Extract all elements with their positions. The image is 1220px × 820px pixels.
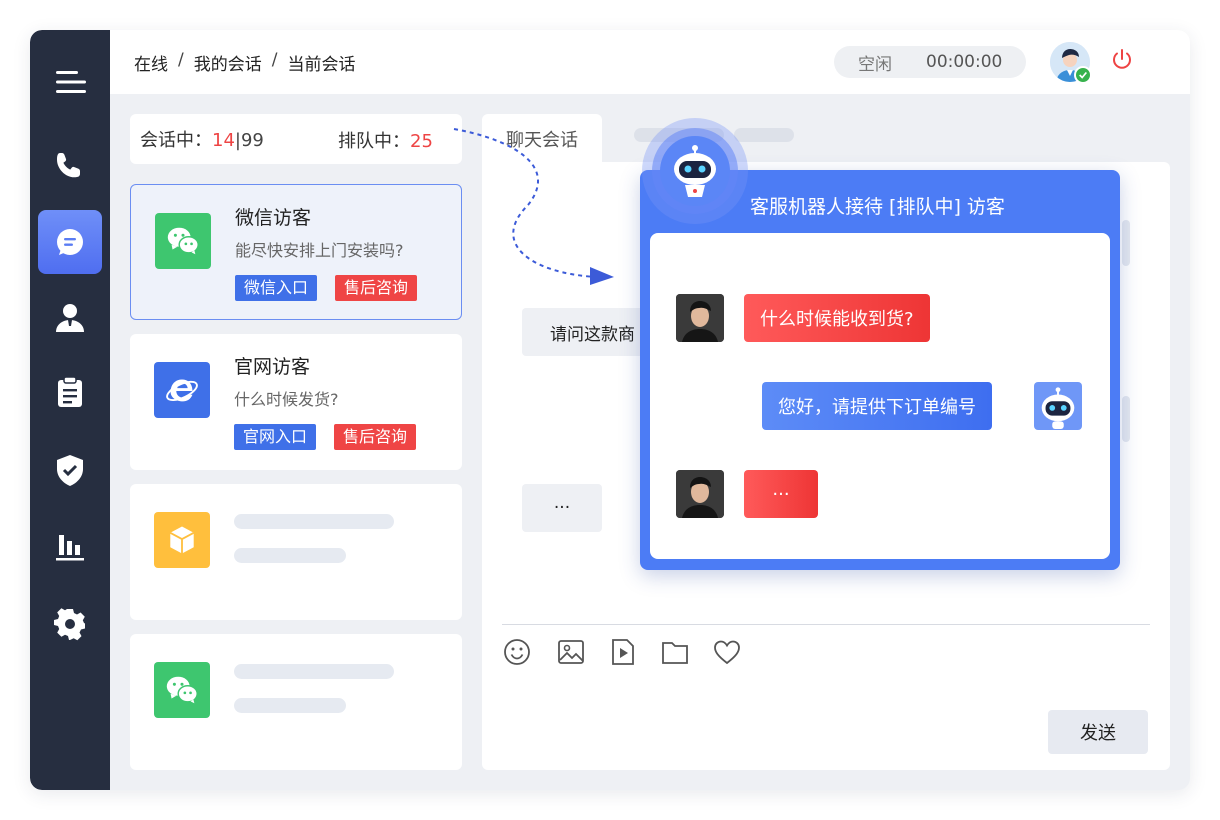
robot-chat-area: 什么时候能收到货? 您好，请提供下订单编号 ··· [650, 233, 1110, 559]
session-counts: 会话中：14|99 排队中：25 [130, 114, 462, 164]
gear-icon [54, 608, 85, 641]
top-header: 在线 / 我的会话 / 当前会话 空闲 00:00:00 [110, 30, 1190, 94]
entry-tag: 官网入口 [234, 424, 317, 450]
visitor-card-website[interactable]: 官网访客 什么时候发货? 官网入口 售后咨询 [130, 334, 462, 470]
visitor-card-placeholder[interactable] [130, 634, 462, 770]
visitor-card-placeholder[interactable] [130, 484, 462, 620]
flow-arrow [453, 128, 614, 285]
visitor-last-message: 什么时候发货? [234, 390, 339, 409]
queue-label: 排队中： [338, 131, 410, 152]
status-timer: 00:00:00 [926, 52, 1003, 72]
app-window: 在线 / 我的会话 / 当前会话 空闲 00:00:00 会话中：14|99 排… [30, 30, 1190, 790]
category-tag: 售后咨询 [334, 424, 417, 450]
entry-tag: 微信入口 [235, 275, 318, 301]
wechat-icon [155, 213, 211, 269]
chat-message: ··· [522, 484, 602, 532]
menu-button[interactable] [38, 50, 102, 114]
breadcrumb-separator: / [178, 50, 184, 70]
ie-browser-icon [154, 362, 210, 418]
emoji-icon[interactable] [502, 637, 532, 667]
shield-icon [57, 455, 83, 486]
online-check-icon [1074, 66, 1092, 84]
visitor-title: 微信访客 [235, 207, 312, 229]
sidebar-item-phone[interactable] [38, 134, 102, 198]
breadcrumb: 在线 / 我的会话 / 当前会话 [134, 50, 355, 75]
robot-avatar [1034, 382, 1082, 430]
in-session-count: 会话中：14|99 [140, 126, 264, 152]
category-tag: 售后咨询 [335, 275, 418, 301]
status-text: 空闲 [858, 54, 892, 75]
breadcrumb-item: 当前会话 [287, 55, 356, 75]
folder-icon[interactable] [660, 637, 690, 667]
in-session-label: 会话中： [140, 130, 212, 151]
menu-icon [56, 71, 86, 93]
clipboard-icon [58, 376, 82, 407]
visitor-message: 什么时候能收到货? [744, 294, 930, 342]
robot-reception-popup: 客服机器人接待 [排队中] 访客 什么时候能收到货? 您好，请提供下订单编号 ·… [640, 170, 1120, 570]
queue-count: 排队中：25 [338, 127, 433, 153]
sidebar-item-reports[interactable] [38, 514, 102, 578]
loading-placeholder [234, 698, 346, 713]
sidebar-item-security[interactable] [38, 438, 102, 502]
chat-placeholder [1122, 396, 1130, 442]
loading-placeholder [234, 514, 394, 529]
phone-icon [57, 153, 80, 178]
sidebar-item-contacts[interactable] [38, 286, 102, 350]
wechat-icon [154, 662, 210, 718]
breadcrumb-item[interactable]: 我的会话 [194, 50, 262, 75]
tab-placeholder [734, 128, 794, 142]
input-divider [502, 624, 1150, 625]
chat-placeholder [1122, 220, 1130, 266]
robot-badge [642, 118, 748, 224]
visitor-message: ··· [744, 470, 818, 518]
power-icon[interactable] [1110, 48, 1134, 72]
send-button[interactable]: 发送 [1048, 710, 1148, 754]
popup-title: 客服机器人接待 [排队中] 访客 [750, 196, 1005, 218]
robot-icon [660, 136, 730, 206]
visitor-title: 官网访客 [234, 356, 311, 378]
sidebar-item-chat[interactable] [38, 210, 102, 274]
bar-chart-icon [56, 535, 84, 561]
loading-placeholder [234, 548, 346, 563]
image-icon[interactable] [556, 637, 586, 667]
visitor-avatar [676, 470, 724, 518]
video-icon[interactable] [608, 637, 638, 667]
in-session-value: 14 [212, 130, 235, 151]
user-icon [56, 304, 84, 332]
sidebar-item-tasks[interactable] [38, 360, 102, 424]
box-icon [154, 512, 210, 568]
agent-status-pill[interactable]: 空闲 00:00:00 [834, 46, 1026, 78]
visitor-last-message: 能尽快安排上门安装吗? [235, 241, 404, 260]
visitor-avatar [676, 294, 724, 342]
visitor-card-wechat[interactable]: 微信访客 能尽快安排上门安装吗? 微信入口 售后咨询 [130, 184, 462, 320]
in-session-total: 99 [240, 130, 264, 151]
breadcrumb-separator: / [271, 50, 278, 70]
breadcrumb-item[interactable]: 在线 [134, 50, 168, 75]
queue-value: 25 [410, 131, 433, 152]
heart-icon[interactable] [712, 637, 742, 667]
bot-message: 您好，请提供下订单编号 [762, 382, 992, 430]
chat-icon [57, 229, 83, 255]
loading-placeholder [234, 664, 394, 679]
sidebar-item-settings[interactable] [38, 592, 102, 656]
sidebar [30, 30, 110, 790]
